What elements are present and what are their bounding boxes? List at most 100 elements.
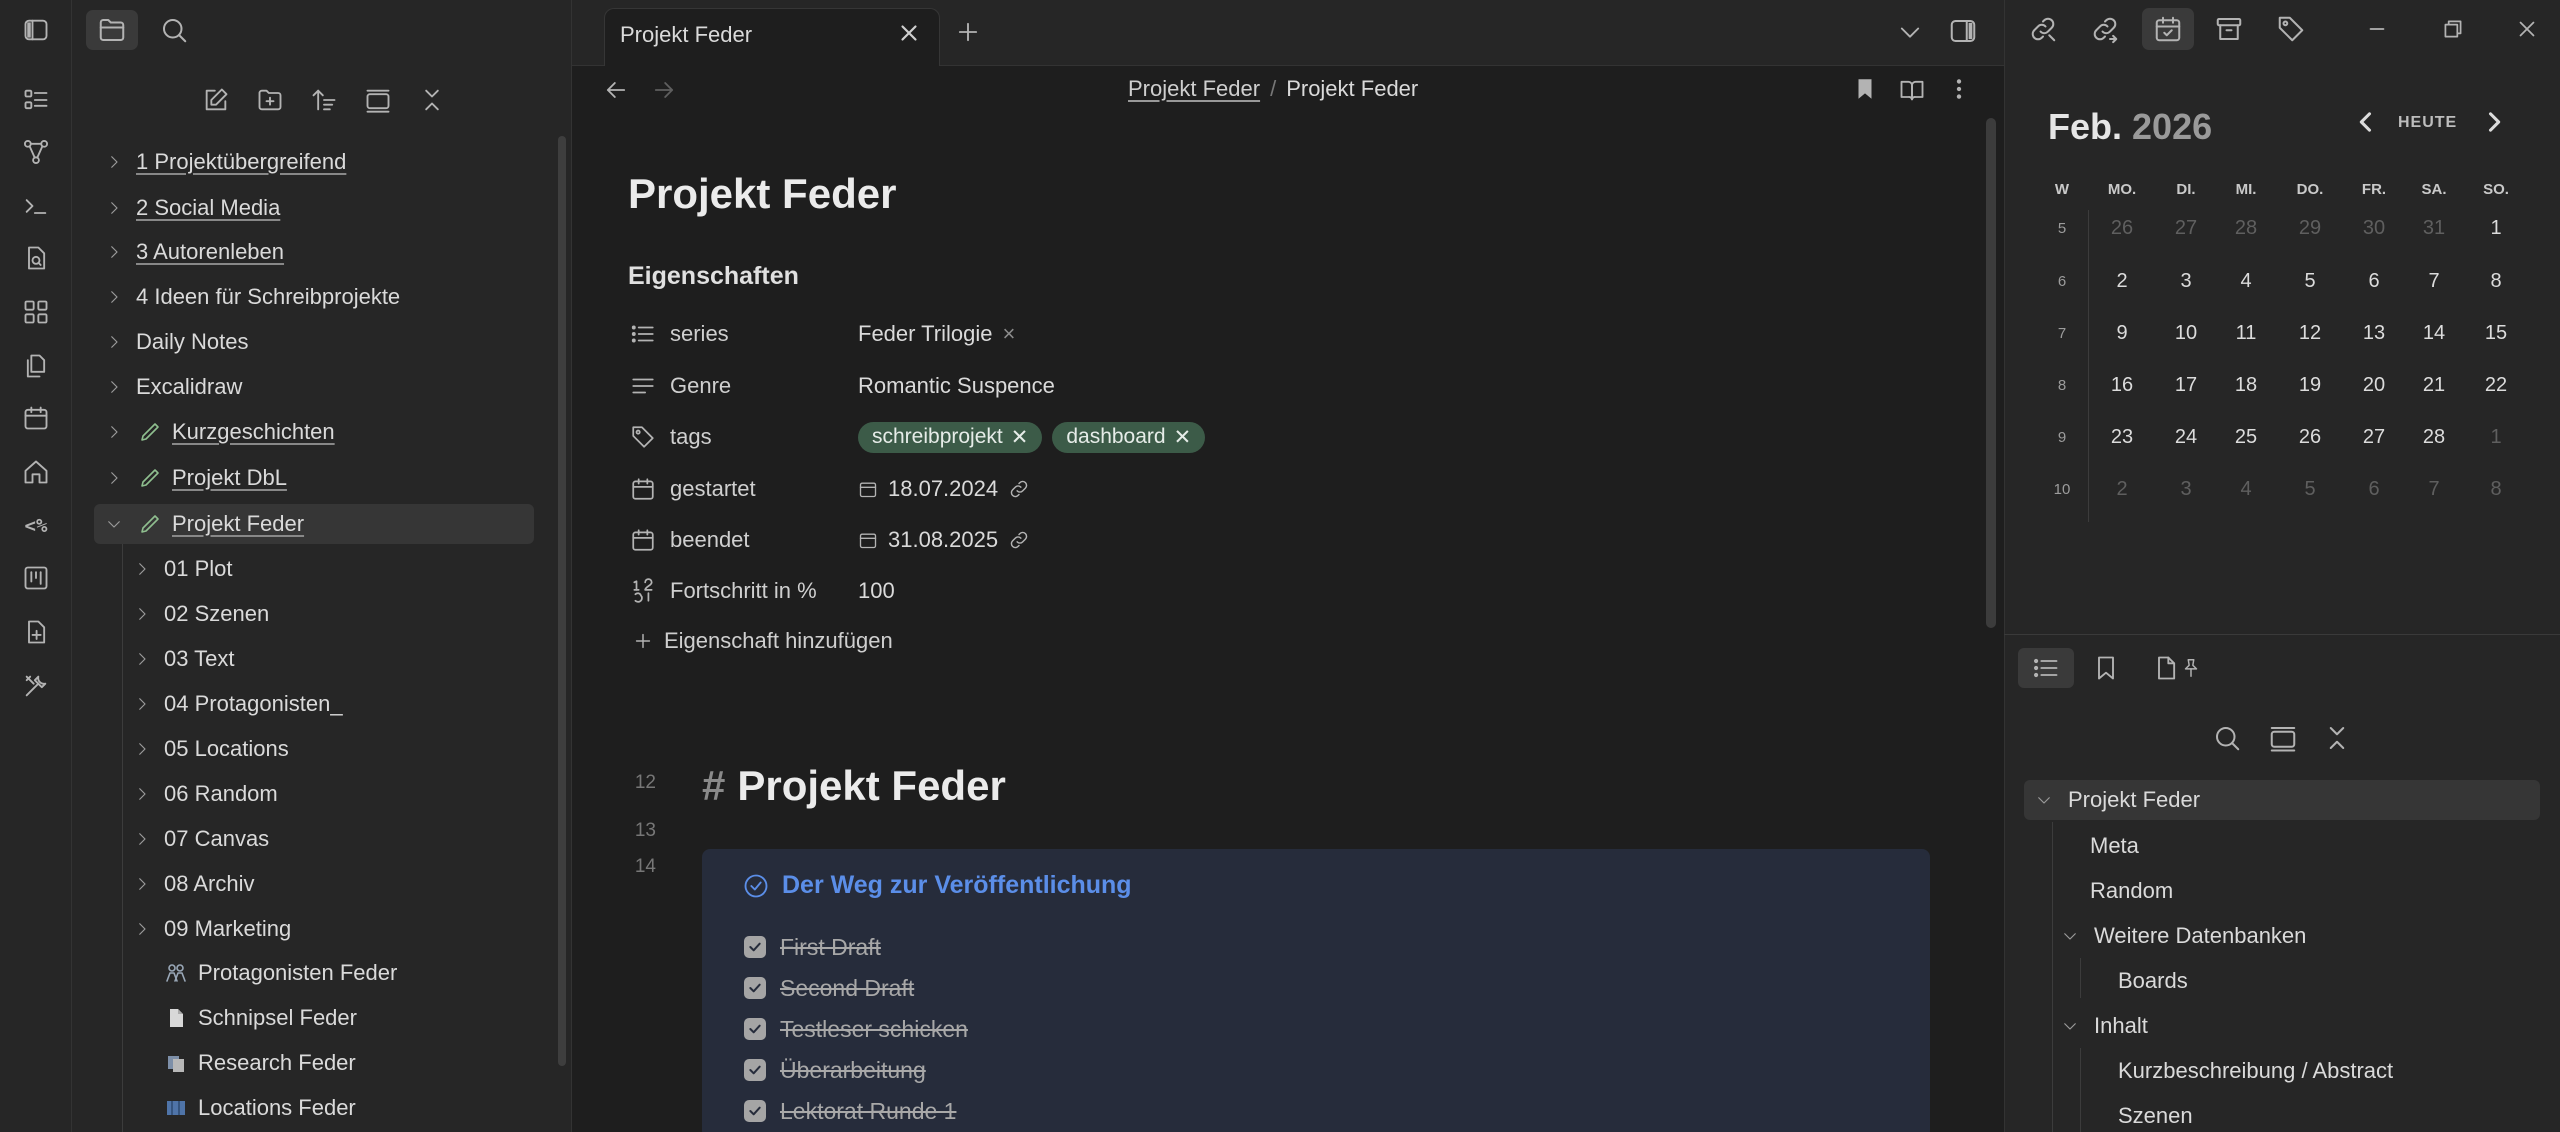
new-folder-icon[interactable] <box>250 80 290 120</box>
checkbox-checked[interactable] <box>744 936 766 958</box>
property-value[interactable]: 100 <box>858 578 895 604</box>
calendar-day[interactable]: 21 <box>2404 374 2464 397</box>
week-number[interactable]: 10 <box>2044 481 2080 498</box>
auto-reveal-icon[interactable] <box>358 80 398 120</box>
calendar-day[interactable]: 13 <box>2344 322 2404 345</box>
tags-icon[interactable] <box>2276 14 2306 44</box>
calendar-day[interactable]: 29 <box>2280 217 2340 240</box>
tab-list-chevron-down-icon[interactable] <box>1896 18 1924 46</box>
calendar-day[interactable]: 4 <box>2216 478 2276 501</box>
kanban-icon[interactable] <box>18 560 54 596</box>
calendar-day[interactable]: 24 <box>2156 426 2216 449</box>
property-value[interactable]: 31.08.2025 <box>888 527 998 553</box>
week-number[interactable]: 7 <box>2044 325 2080 342</box>
tree-subfolder[interactable]: 04 Protagonisten_ <box>128 684 343 724</box>
calendar-day[interactable]: 7 <box>2404 478 2464 501</box>
calendar-day[interactable]: 16 <box>2092 374 2152 397</box>
calendar-tab-button[interactable] <box>2142 8 2194 50</box>
templater-icon[interactable]: <% <box>18 508 54 544</box>
calendar-day[interactable]: 26 <box>2280 426 2340 449</box>
tree-subfolder[interactable]: 02 Szenen <box>128 594 269 634</box>
calendar-day[interactable]: 27 <box>2156 217 2216 240</box>
calendar-day[interactable]: 2 <box>2092 270 2152 293</box>
tools-icon[interactable] <box>18 668 54 704</box>
link-icon[interactable] <box>1008 478 1030 500</box>
outgoing-links-icon[interactable] <box>2090 14 2120 44</box>
new-tab-icon[interactable] <box>954 18 982 46</box>
home-icon[interactable] <box>18 454 54 490</box>
date-picker-icon[interactable] <box>858 479 878 499</box>
calendar-day[interactable]: 17 <box>2156 374 2216 397</box>
restore-window-icon[interactable] <box>2440 16 2466 42</box>
checkbox-checked[interactable] <box>744 1100 766 1122</box>
previous-month-chevron-left-icon[interactable] <box>2352 108 2380 136</box>
outline-item[interactable]: Random <box>2090 871 2173 911</box>
tree-file[interactable]: Protagonisten Feder <box>162 953 397 993</box>
outline-item[interactable]: Kurzbeschreibung / Abstract <box>2118 1051 2393 1091</box>
archive-icon[interactable] <box>2214 14 2244 44</box>
property-beendet[interactable]: beendet 31.08.2025 <box>628 520 1030 560</box>
command-palette-icon[interactable] <box>18 188 54 224</box>
tree-folder[interactable]: Projekt DbL <box>100 458 287 498</box>
date-picker-icon[interactable] <box>858 530 878 550</box>
forward-arrow-icon[interactable] <box>650 76 678 104</box>
calendar-day[interactable]: 14 <box>2404 322 2464 345</box>
calendar-day[interactable]: 3 <box>2156 270 2216 293</box>
outline-item[interactable]: Szenen <box>2118 1096 2193 1132</box>
calendar-day[interactable]: 12 <box>2280 322 2340 345</box>
calendar-day[interactable]: 27 <box>2344 426 2404 449</box>
property-tags[interactable]: tags schreibprojekt ✕ dashboard ✕ <box>628 417 1206 457</box>
more-options-icon[interactable] <box>1946 76 1972 102</box>
tree-folder[interactable]: 2 Social Media <box>100 188 280 228</box>
reading-view-icon[interactable] <box>1898 76 1926 104</box>
minimize-window-icon[interactable] <box>2364 16 2390 42</box>
note-title[interactable]: Projekt Feder <box>628 170 896 218</box>
tree-file[interactable]: Schnipsel Feder <box>162 998 357 1038</box>
calendar-day[interactable]: 30 <box>2344 217 2404 240</box>
calendar-day[interactable]: 8 <box>2466 270 2526 293</box>
tree-file[interactable]: Locations Feder <box>162 1088 356 1128</box>
outline-item[interactable]: Projekt Feder <box>2024 780 2540 820</box>
properties-heading[interactable]: Eigenschaften <box>628 262 799 291</box>
calendar-day[interactable]: 1 <box>2466 426 2526 449</box>
sort-icon[interactable] <box>304 80 344 120</box>
calendar-day[interactable]: 25 <box>2216 426 2276 449</box>
sidebar-split-divider[interactable] <box>2004 634 2560 635</box>
file-search-icon[interactable] <box>18 240 54 276</box>
tree-subfolder[interactable]: 07 Canvas <box>128 819 269 859</box>
file-tree-scrollbar[interactable] <box>558 136 566 1066</box>
graph-view-icon[interactable] <box>18 134 54 170</box>
remove-tag-icon[interactable]: ✕ <box>1174 425 1192 450</box>
property-value[interactable]: Romantic Suspence <box>858 373 1055 399</box>
outline-view-icon[interactable] <box>18 82 54 118</box>
calendar-day[interactable]: 6 <box>2344 270 2404 293</box>
calendar-day[interactable]: 11 <box>2216 322 2276 345</box>
files-tab-button[interactable] <box>86 10 138 50</box>
outline-search-icon[interactable] <box>2212 723 2242 753</box>
toggle-right-sidebar-icon[interactable] <box>1948 16 1978 46</box>
dashboard-icon[interactable] <box>18 294 54 330</box>
week-number[interactable]: 5 <box>2044 220 2080 237</box>
remove-tag-icon[interactable]: ✕ <box>1011 425 1029 450</box>
tree-subfolder[interactable]: 08 Archiv <box>128 864 255 904</box>
property-value[interactable]: 18.07.2024 <box>888 476 998 502</box>
outline-item[interactable]: Meta <box>2090 826 2139 866</box>
calendar-day[interactable]: 28 <box>2404 426 2464 449</box>
tree-folder[interactable]: Excalidraw <box>100 367 242 407</box>
outline-item[interactable]: Boards <box>2118 961 2188 1001</box>
calendar-day[interactable]: 15 <box>2466 322 2526 345</box>
calendar-day[interactable]: 9 <box>2092 322 2152 345</box>
outline-collapse-all-icon[interactable] <box>2322 723 2352 753</box>
remove-value-icon[interactable]: × <box>1003 321 1016 347</box>
copy-files-icon[interactable] <box>18 348 54 384</box>
property-genre[interactable]: Genre Romantic Suspence <box>628 366 1055 406</box>
week-number[interactable]: 9 <box>2044 429 2080 446</box>
calendar-day[interactable]: 10 <box>2156 322 2216 345</box>
calendar-day[interactable]: 18 <box>2216 374 2276 397</box>
week-number[interactable]: 6 <box>2044 273 2080 290</box>
pinned-file-tab-button[interactable] <box>2142 648 2212 688</box>
property-gestartet[interactable]: gestartet 18.07.2024 <box>628 469 1030 509</box>
link-icon[interactable] <box>1008 529 1030 551</box>
close-window-icon[interactable] <box>2514 16 2540 42</box>
tree-folder[interactable]: Daily Notes <box>100 322 248 362</box>
